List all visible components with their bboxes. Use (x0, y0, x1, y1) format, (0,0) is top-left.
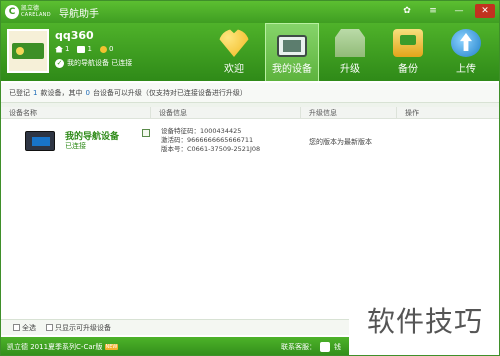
nav-welcome[interactable]: 欢迎 (207, 23, 261, 81)
watermark-text: 软件技巧 (349, 283, 499, 355)
device-connected-status: ✓ 我的导航设备 已连接 (55, 58, 133, 68)
upgrade-icon (335, 29, 365, 57)
checkbox-icon[interactable] (46, 324, 53, 331)
select-all-checkbox[interactable]: 全选 (13, 323, 36, 333)
header: qq360 1 1 0 ✓ 我的导航设备 已连接 欢迎 我的设备 升级 备份 上… (1, 23, 499, 81)
car-device-icon (25, 131, 55, 151)
check-icon: ✓ (55, 58, 64, 68)
only-upgradable-checkbox[interactable]: 只显示可升级设备 (46, 323, 111, 333)
careland-logo-icon: C (5, 5, 19, 19)
main-nav: 欢迎 我的设备 升级 备份 上传 (207, 23, 497, 81)
column-upgrade-info[interactable]: 升级信息 (301, 106, 397, 119)
app-title: 导航助手 (59, 9, 99, 20)
home-icon (55, 45, 63, 53)
close-button[interactable]: ✕ (475, 4, 495, 18)
device-icon (277, 35, 307, 57)
checkbox-icon[interactable] (13, 324, 20, 331)
medal-icon (99, 45, 107, 53)
version-text: 凯立德 2011夏季系列C-Car版 (7, 343, 103, 351)
customer-service-icon[interactable] (320, 342, 330, 352)
device-info: 设备特征码：1000434425 激活码：9666666665666711 版本… (161, 127, 261, 153)
heart-icon (219, 29, 249, 57)
upload-icon (451, 29, 481, 57)
backup-icon (393, 29, 423, 57)
table-row[interactable]: 我的导航设备 已连接 设备特征码：1000434425 激活码：96666666… (1, 121, 499, 161)
stat-medal[interactable]: 0 (99, 45, 113, 53)
new-badge: NEW (104, 344, 119, 350)
column-operation[interactable]: 操作 (397, 107, 499, 119)
mail-icon (77, 45, 86, 53)
brand-logo: C 凯立德 CARELAND (5, 4, 53, 20)
avatar[interactable] (7, 29, 49, 73)
skin-button[interactable]: ✿ (397, 4, 417, 18)
upgrade-info: 您的版本为最新版本 (309, 138, 372, 146)
minimize-button[interactable]: — (449, 4, 469, 18)
nav-my-device[interactable]: 我的设备 (265, 23, 319, 81)
nav-backup[interactable]: 备份 (381, 23, 435, 81)
nav-upload[interactable]: 上传 (439, 23, 493, 81)
app-window: C 凯立德 CARELAND 导航助手 ✿ ≡ — ✕ qq360 1 1 0 … (0, 0, 500, 356)
column-device-name[interactable]: 设备名称 (1, 106, 151, 119)
user-stats: 1 1 0 (55, 45, 113, 53)
contact-service[interactable]: 联系客服： 钱 (281, 342, 341, 352)
device-table-header: 设备名称 设备信息 升级信息 操作 (1, 106, 499, 119)
column-device-info[interactable]: 设备信息 (151, 106, 301, 119)
username[interactable]: qq360 (55, 29, 94, 42)
stat-home[interactable]: 1 (55, 45, 69, 53)
nav-upgrade[interactable]: 升级 (323, 23, 377, 81)
avatar-logo-icon (12, 43, 44, 59)
edit-icon[interactable] (142, 129, 150, 137)
menu-button[interactable]: ≡ (423, 4, 443, 18)
brand-name-en: CARELAND (21, 12, 51, 18)
device-summary: 已登记 1 款设备，其中 0 台设备可以升级（仅支持对已连接设备进行升级） (1, 83, 499, 103)
title-bar[interactable]: C 凯立德 CARELAND 导航助手 ✿ ≡ — ✕ (1, 1, 499, 23)
brand-name-cn: 凯立德 (21, 5, 40, 12)
stat-mail[interactable]: 1 (77, 45, 92, 53)
device-status: 已连接 (65, 142, 86, 150)
window-controls: ✿ ≡ — ✕ (397, 4, 495, 18)
